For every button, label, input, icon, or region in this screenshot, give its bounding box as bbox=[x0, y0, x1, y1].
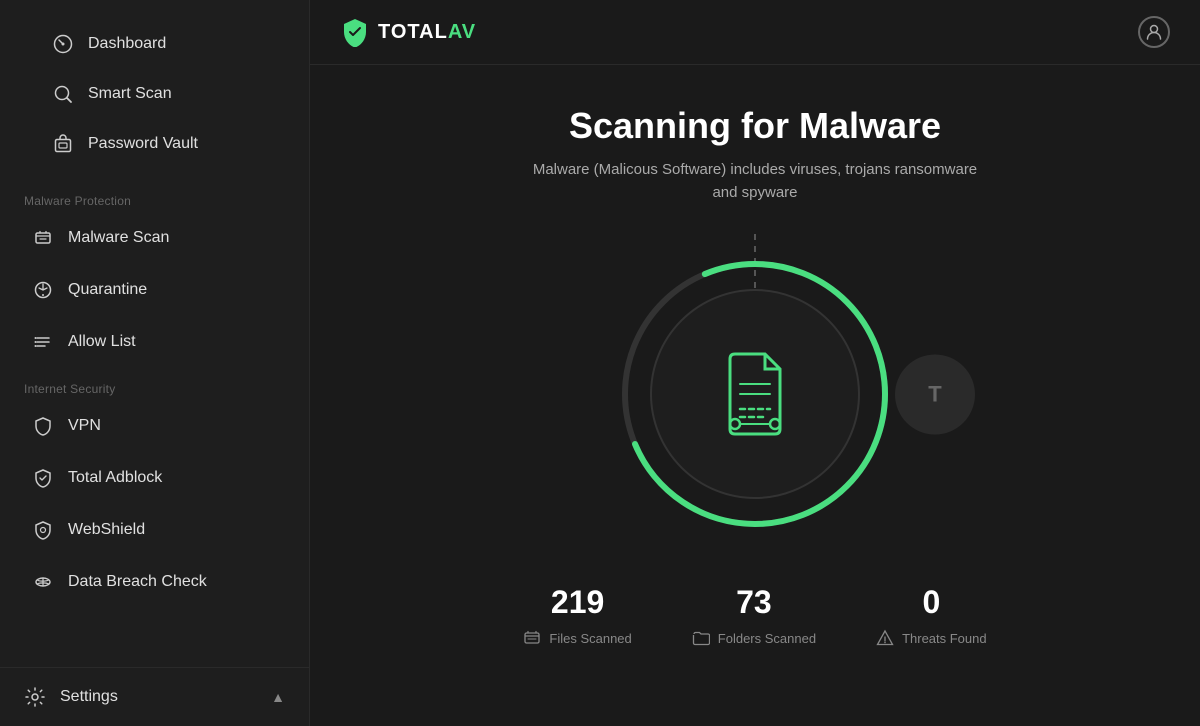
sidebar-item-malware-scan[interactable]: Malware Scan bbox=[8, 214, 301, 262]
stat-files-scanned: 219 Files Scanned bbox=[523, 584, 631, 647]
threats-found-label-row: Threats Found bbox=[876, 629, 987, 647]
sidebar-item-smart-scan[interactable]: Smart Scan bbox=[28, 70, 281, 118]
folders-scanned-label: Folders Scanned bbox=[718, 631, 816, 646]
folders-scanned-icon bbox=[692, 629, 710, 647]
quarantine-icon bbox=[32, 279, 54, 301]
sidebar-item-adblock-label: Total Adblock bbox=[68, 469, 162, 487]
sidebar-item-smart-scan-label: Smart Scan bbox=[88, 85, 172, 103]
files-scanned-label: Files Scanned bbox=[549, 631, 631, 646]
side-circle: T bbox=[895, 354, 975, 434]
threats-found-value: 0 bbox=[922, 584, 940, 621]
sidebar-item-webshield[interactable]: WebShield bbox=[8, 506, 301, 554]
folders-scanned-value: 73 bbox=[736, 584, 772, 621]
smart-scan-icon bbox=[52, 83, 74, 105]
side-connector: T bbox=[905, 394, 955, 395]
settings-item[interactable]: Settings ▲ bbox=[0, 672, 309, 722]
scan-visual: T bbox=[565, 234, 945, 554]
vpn-icon bbox=[32, 415, 54, 437]
sidebar-item-allow-list-label: Allow List bbox=[68, 333, 136, 351]
scan-content: Scanning for Malware Malware (Malicous S… bbox=[310, 65, 1200, 726]
threats-found-icon bbox=[876, 629, 894, 647]
sidebar-item-quarantine-label: Quarantine bbox=[68, 281, 147, 299]
stats-row: 219 Files Scanned 73 Folders Scann bbox=[405, 584, 1105, 647]
internet-security-section-label: Internet Security bbox=[0, 368, 309, 400]
scan-subtitle: Malware (Malicous Software) includes vir… bbox=[533, 159, 977, 204]
sidebar-item-quarantine[interactable]: Quarantine bbox=[8, 266, 301, 314]
sidebar-top: Dashboard Smart Scan Password Vault bbox=[0, 0, 309, 180]
sidebar-bottom: Settings ▲ bbox=[0, 667, 309, 726]
sidebar-item-password-vault[interactable]: Password Vault bbox=[28, 120, 281, 168]
logo-text: TOTALAV bbox=[378, 21, 476, 44]
sidebar-item-vpn[interactable]: VPN bbox=[8, 402, 301, 450]
breach-icon bbox=[32, 571, 54, 593]
user-profile-button[interactable] bbox=[1138, 16, 1170, 48]
malware-scan-icon bbox=[32, 227, 54, 249]
sidebar-item-adblock[interactable]: Total Adblock bbox=[8, 454, 301, 502]
settings-icon bbox=[24, 686, 46, 708]
threats-found-label: Threats Found bbox=[902, 631, 987, 646]
sidebar-item-dashboard-label: Dashboard bbox=[88, 35, 166, 53]
sidebar-item-password-vault-label: Password Vault bbox=[88, 135, 198, 153]
sidebar-item-webshield-label: WebShield bbox=[68, 521, 145, 539]
sidebar-item-breach-check-label: Data Breach Check bbox=[68, 573, 207, 591]
logo-shield-icon bbox=[340, 17, 370, 47]
topbar: TOTALAV bbox=[310, 0, 1200, 65]
sidebar-item-dashboard[interactable]: Dashboard bbox=[28, 20, 281, 68]
scan-ring-inner bbox=[650, 289, 860, 499]
logo: TOTALAV bbox=[340, 17, 476, 47]
files-scanned-label-row: Files Scanned bbox=[523, 629, 631, 647]
sidebar-item-breach-check[interactable]: Data Breach Check bbox=[8, 558, 301, 606]
webshield-icon bbox=[32, 519, 54, 541]
scan-title: Scanning for Malware bbox=[569, 105, 941, 147]
main-content: TOTALAV Scanning for Malware Malware (Ma… bbox=[310, 0, 1200, 726]
files-scanned-value: 219 bbox=[551, 584, 604, 621]
stat-folders-scanned: 73 Folders Scanned bbox=[692, 584, 816, 647]
scan-file-icon bbox=[705, 344, 805, 444]
folders-scanned-label-row: Folders Scanned bbox=[692, 629, 816, 647]
allow-list-icon bbox=[32, 331, 54, 353]
sidebar-item-allow-list[interactable]: Allow List bbox=[8, 318, 301, 366]
malware-protection-section-label: Malware Protection bbox=[0, 180, 309, 212]
sidebar: Dashboard Smart Scan Password Vault bbox=[0, 0, 310, 726]
settings-label: Settings bbox=[60, 688, 257, 706]
files-scanned-icon bbox=[523, 629, 541, 647]
sidebar-item-vpn-label: VPN bbox=[68, 417, 101, 435]
settings-chevron-icon: ▲ bbox=[271, 689, 285, 705]
adblock-icon bbox=[32, 467, 54, 489]
sidebar-item-malware-scan-label: Malware Scan bbox=[68, 229, 169, 247]
vault-icon bbox=[52, 133, 74, 155]
stat-threats-found: 0 Threats Found bbox=[876, 584, 987, 647]
dashboard-icon bbox=[52, 33, 74, 55]
